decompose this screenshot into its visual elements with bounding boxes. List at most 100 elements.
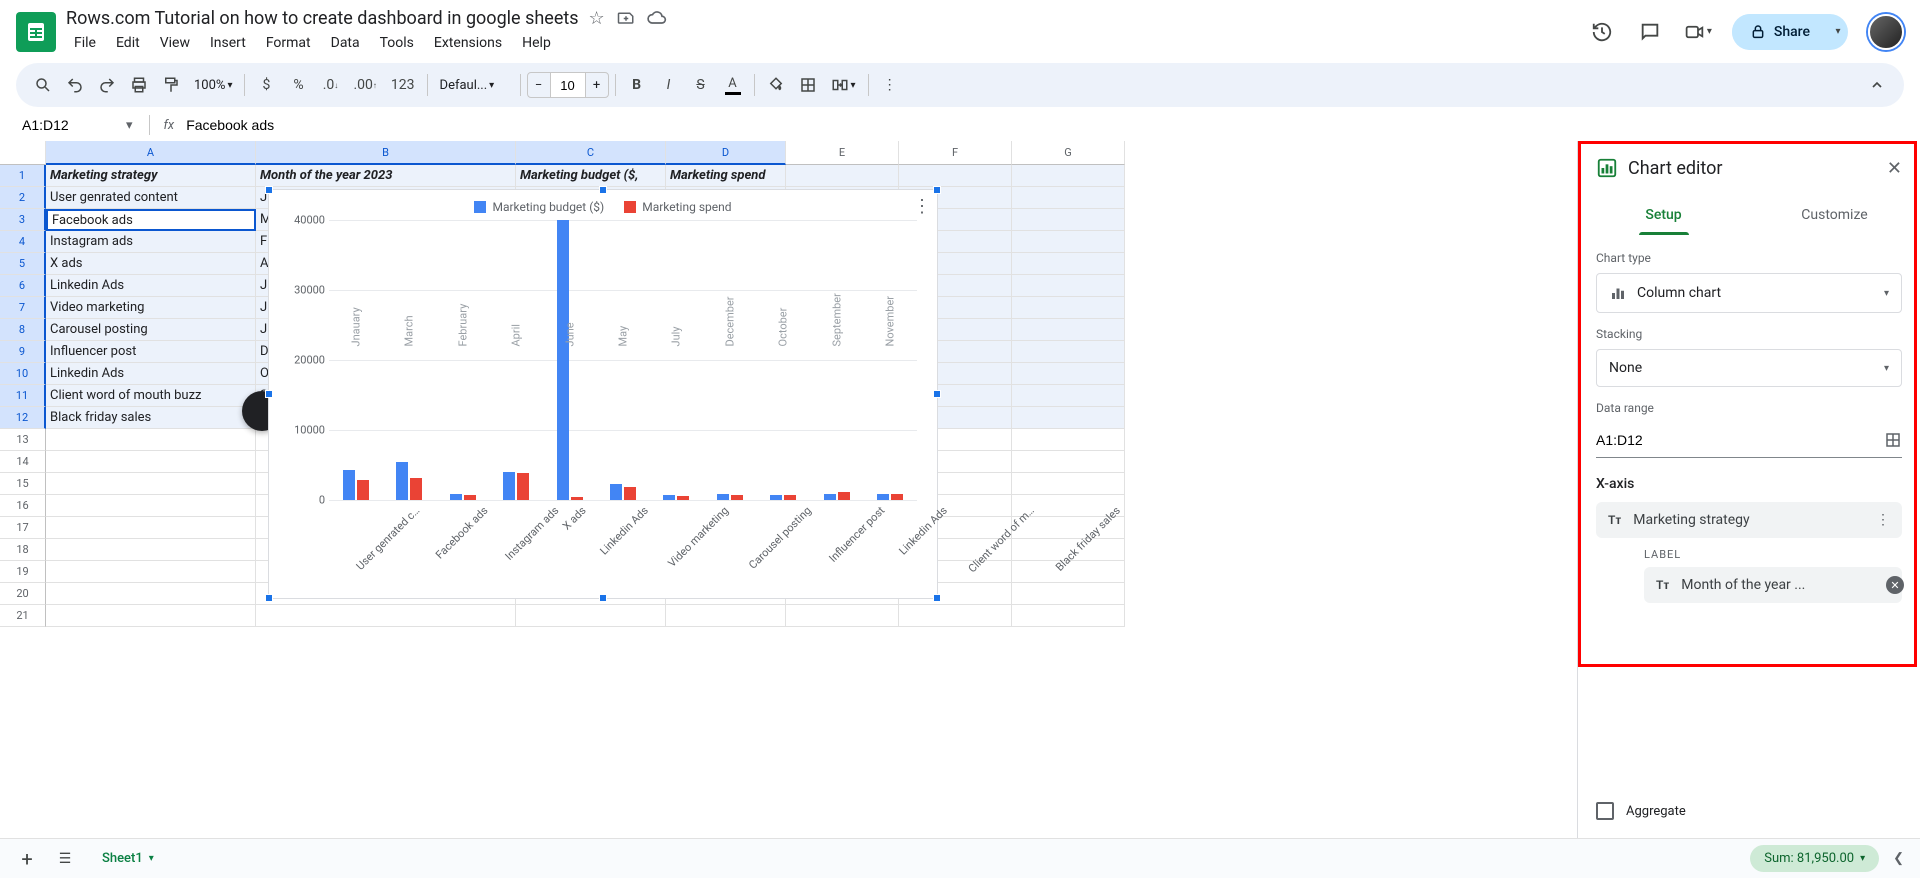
move-icon[interactable] [617,8,635,29]
resize-handle[interactable] [933,390,941,398]
resize-handle[interactable] [599,186,607,194]
search-menus-icon[interactable] [28,70,58,100]
font-select[interactable]: Defaul...▾ [434,78,514,93]
cloud-status-icon[interactable] [647,8,667,29]
embedded-chart[interactable]: ⋮ Marketing budget ($) Marketing spend 0… [268,189,938,599]
cell[interactable]: Linkedin Ads [46,363,256,385]
menu-insert[interactable]: Insert [202,31,254,55]
cell[interactable] [46,605,256,627]
name-box[interactable] [16,113,116,137]
cell[interactable] [1012,231,1125,253]
cell[interactable] [46,539,256,561]
borders-icon[interactable] [793,70,823,100]
row-header[interactable]: 12 [0,407,46,429]
cell[interactable] [1012,341,1125,363]
cell[interactable]: Facebook ads [46,209,256,231]
cell[interactable] [1012,429,1125,451]
italic-icon[interactable]: I [654,70,684,100]
row-header[interactable]: 14 [0,451,46,473]
row-header[interactable]: 6 [0,275,46,297]
resize-handle[interactable] [265,390,273,398]
increase-fontsize-icon[interactable]: + [585,72,609,98]
row-header[interactable]: 10 [0,363,46,385]
cell[interactable] [1012,473,1125,495]
cell[interactable] [46,517,256,539]
redo-icon[interactable] [92,70,122,100]
chart-menu-icon[interactable]: ⋮ [913,196,931,217]
quicksum-pill[interactable]: Sum: 81,950.00▾ [1750,845,1879,872]
cell[interactable]: Marketing strategy [46,165,256,187]
row-header[interactable]: 11 [0,385,46,407]
col-header[interactable]: D [666,141,786,165]
cell[interactable] [1012,187,1125,209]
aggregate-checkbox[interactable] [1596,802,1614,820]
share-button[interactable]: Share [1732,14,1828,50]
sheet-area[interactable]: ABCDEFG1Marketing strategyMonth of the y… [0,141,1577,838]
row-header[interactable]: 19 [0,561,46,583]
cell[interactable] [1012,275,1125,297]
bold-icon[interactable]: B [622,70,652,100]
row-header[interactable]: 15 [0,473,46,495]
chart-type-select[interactable]: Column chart ▾ [1596,273,1902,313]
row-header[interactable]: 18 [0,539,46,561]
row-header[interactable]: 3 [0,209,46,231]
cell[interactable] [899,605,1012,627]
resize-handle[interactable] [265,594,273,602]
cell[interactable] [1012,605,1125,627]
cell[interactable] [46,473,256,495]
chip-more-icon[interactable]: ⋮ [1876,512,1890,528]
col-header[interactable]: C [516,141,666,165]
increase-decimal-icon[interactable]: .00↑ [347,70,382,100]
menu-format[interactable]: Format [258,31,319,55]
cell[interactable]: Marketing spend [666,165,786,187]
history-icon[interactable] [1588,18,1616,46]
more-formats[interactable]: 123 [385,70,421,100]
paint-format-icon[interactable] [156,70,186,100]
meet-icon[interactable]: ▾ [1684,18,1712,46]
zoom-select[interactable]: 100%▾ [188,78,238,93]
percent-icon[interactable]: % [283,70,313,100]
label-chip[interactable]: Tᴛ Month of the year ... ✕ [1644,567,1902,603]
namebox-dropdown-icon[interactable]: ▾ [120,118,139,133]
cell[interactable]: Instagram ads [46,231,256,253]
share-dropdown[interactable]: ▾ [1828,26,1848,37]
print-icon[interactable] [124,70,154,100]
sheet-tab[interactable]: Sheet1▾ [88,845,168,872]
cell[interactable] [256,605,516,627]
fill-color-icon[interactable] [761,70,791,100]
select-range-icon[interactable] [1884,431,1902,449]
row-header[interactable]: 13 [0,429,46,451]
cell[interactable] [1012,407,1125,429]
row-header[interactable]: 16 [0,495,46,517]
cell[interactable]: Client word of mouth buzz [46,385,256,407]
row-header[interactable]: 21 [0,605,46,627]
cell[interactable] [899,165,1012,187]
data-range-input[interactable] [1596,432,1884,448]
merge-cells-icon[interactable]: ▾ [825,76,862,94]
all-sheets-icon[interactable]: ☰ [50,844,80,874]
sidepanel-toggle-icon[interactable]: ❮ [1889,847,1908,870]
row-header[interactable]: 1 [0,165,46,187]
currency-icon[interactable]: $ [251,70,281,100]
menu-edit[interactable]: Edit [108,31,148,55]
col-header[interactable]: A [46,141,256,165]
col-header[interactable]: E [786,141,899,165]
menu-file[interactable]: File [66,31,104,55]
add-sheet-icon[interactable]: + [12,844,42,874]
font-size-input[interactable] [551,72,585,98]
cell[interactable] [1012,319,1125,341]
cell[interactable] [1012,209,1125,231]
row-header[interactable]: 7 [0,297,46,319]
comments-icon[interactable] [1636,18,1664,46]
doc-title[interactable]: Rows.com Tutorial on how to create dashb… [66,8,579,29]
row-header[interactable]: 9 [0,341,46,363]
cell[interactable]: Carousel posting [46,319,256,341]
menu-tools[interactable]: Tools [372,31,422,55]
cell[interactable] [1012,363,1125,385]
strikethrough-icon[interactable]: S [686,70,716,100]
more-toolbar-icon[interactable]: ⋮ [875,70,905,100]
row-header[interactable]: 4 [0,231,46,253]
tab-setup[interactable]: Setup [1578,195,1749,235]
resize-handle[interactable] [933,186,941,194]
xaxis-chip[interactable]: Tᴛ Marketing strategy ⋮ [1596,502,1902,538]
